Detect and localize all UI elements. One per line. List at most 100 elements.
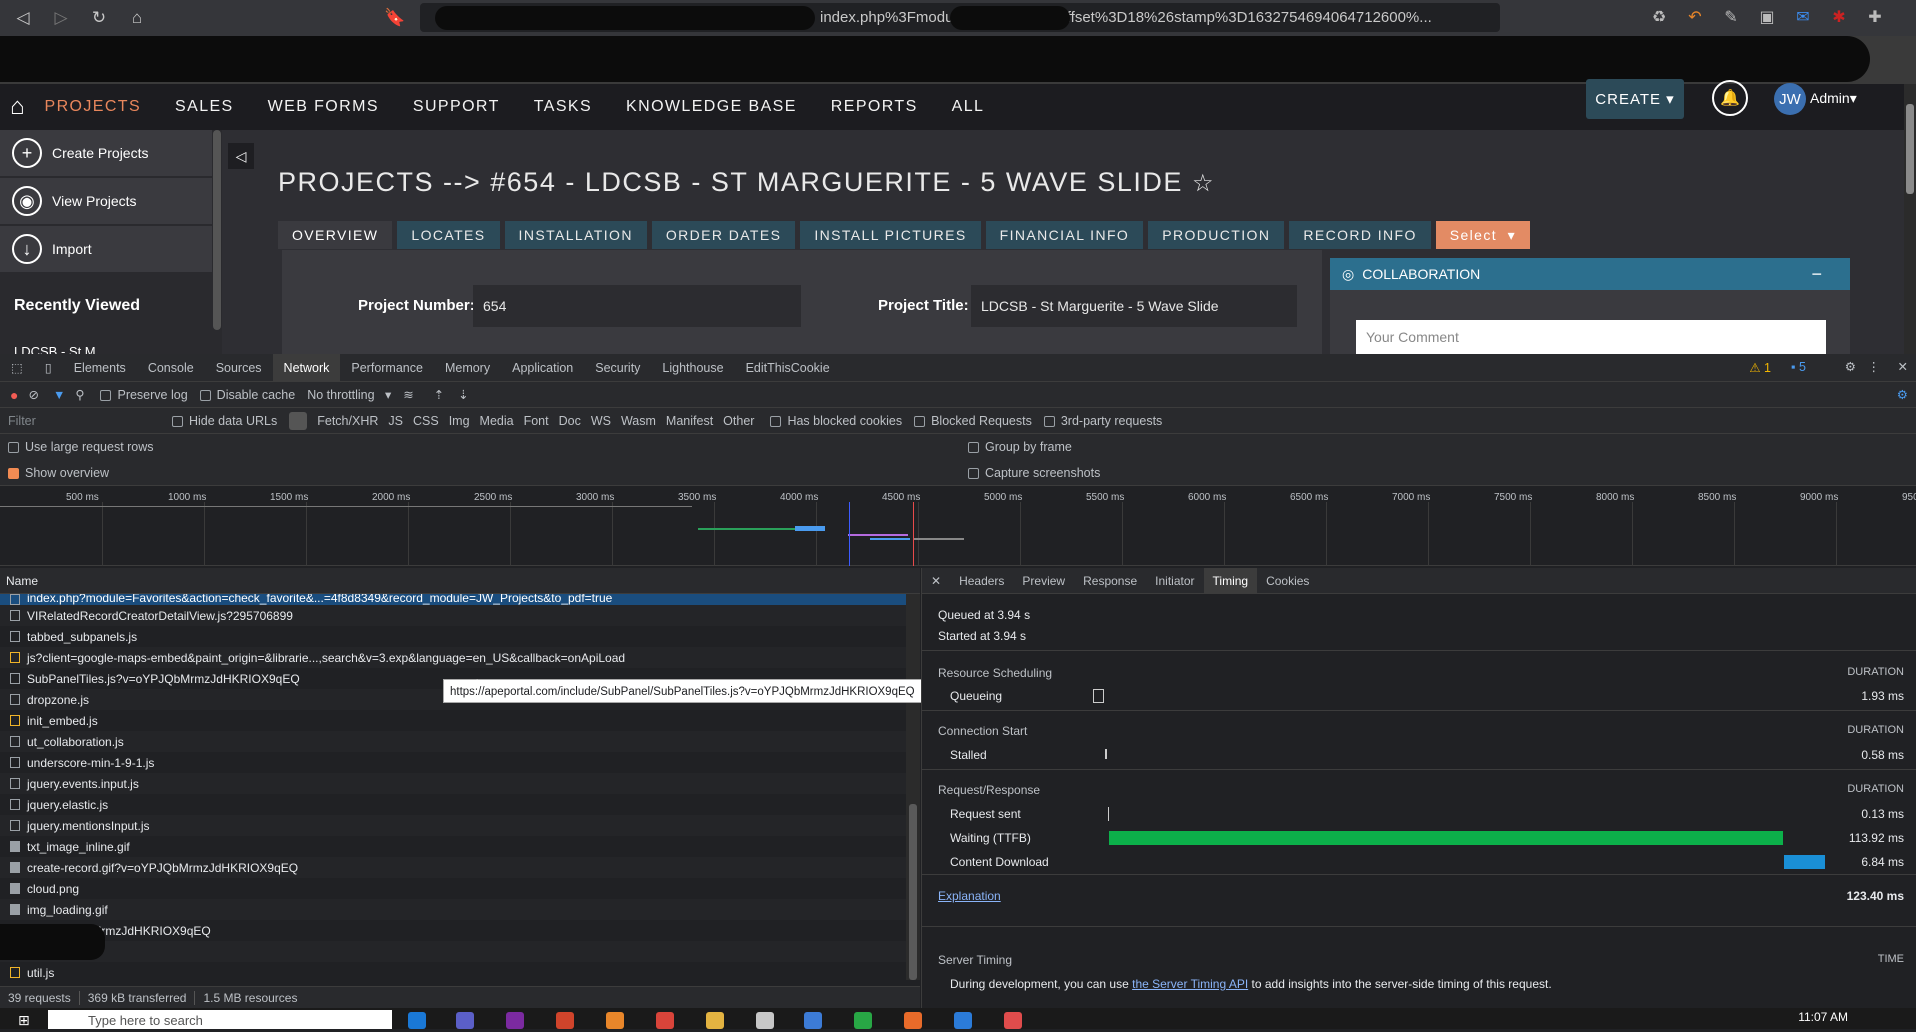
project-title-field[interactable]: LDCSB - St Marguerite - 5 Wave Slide [971,285,1297,327]
request-row[interactable]: underscore-min-1-9-1.js [0,752,906,773]
home-icon[interactable]: ⌂ [122,3,152,33]
server-timing-api-link[interactable]: the Server Timing API [1132,977,1248,991]
request-row[interactable]: cloud.png [0,878,906,899]
group-by-frame-checkbox[interactable]: Group by frame [968,440,1072,454]
request-row[interactable]: jquery.events.input.js [0,773,906,794]
taskbar-app-icon[interactable] [456,1012,474,1029]
taskbar-search[interactable]: Type here to search [48,1010,392,1029]
filter-icon[interactable]: ▼ [53,388,65,402]
clear-icon[interactable]: ⊘ [28,387,38,402]
throttling-select[interactable]: No throttling ▾ [307,387,391,402]
taskbar-app-icon[interactable] [556,1012,574,1029]
detail-tab-initiator[interactable]: Initiator [1146,568,1203,594]
show-overview-checkbox[interactable]: Show overview [8,466,109,480]
request-row[interactable]: VIRelatedRecordCreatorDetailView.js?2957… [0,605,906,626]
request-row[interactable]: img_loading.gif [0,899,906,920]
nav-all[interactable]: ALL [952,98,985,116]
large-rows-checkbox[interactable]: Use large request rows [8,440,154,454]
recent-item[interactable]: LDCSB - St M [14,344,96,354]
third-party-checkbox[interactable]: 3rd-party requests [1043,414,1162,428]
request-row[interactable]: create-record.gif?v=oYPJQbMrmzJdHKRIOX9q… [0,857,906,878]
minimize-icon[interactable]: − [1811,264,1822,285]
tab-installation[interactable]: INSTALLATION [504,221,647,249]
nav-sales[interactable]: SALES [175,98,234,116]
reload-icon[interactable]: ↻ [84,3,114,33]
type-fetch-xhr[interactable]: Fetch/XHR [317,414,378,428]
network-settings-gear-icon[interactable]: ⚙ [1897,387,1908,402]
request-row[interactable]: txt_image_inline.gif [0,836,906,857]
devtools-tab-sources[interactable]: Sources [205,354,273,382]
request-row[interactable]: jquery.elastic.js [0,794,906,815]
nav-tasks[interactable]: TASKS [534,98,592,116]
taskbar-app-icon[interactable] [408,1012,426,1029]
nav-reports[interactable]: REPORTS [831,98,918,116]
search-icon[interactable]: ⚲ [75,387,84,402]
sidebar-scrollbar[interactable] [213,130,221,330]
nav-web-forms[interactable]: WEB FORMS [268,98,379,116]
hide-data-urls-checkbox[interactable]: Hide data URLs [172,414,277,428]
collaboration-header[interactable]: ◎ COLLABORATION − [1330,258,1850,290]
taskbar-app-icon[interactable] [706,1012,724,1029]
devtools-tab-performance[interactable]: Performance [340,354,434,382]
taskbar-app-icon[interactable] [756,1012,774,1029]
type-font[interactable]: Font [524,414,549,428]
message-count[interactable]: ▪ 5 [1791,360,1806,374]
close-detail-icon[interactable]: ✕ [922,568,950,594]
type-ws[interactable]: WS [591,414,611,428]
request-row[interactable]: util.js [0,962,906,980]
tab-select-dropdown[interactable]: Select ▾ [1435,221,1531,249]
all-types-button[interactable] [289,411,308,430]
devtools-tab-application[interactable]: Application [501,354,584,382]
tab-financial-info[interactable]: FINANCIAL INFO [985,221,1144,249]
type-doc[interactable]: Doc [559,414,581,428]
request-row[interactable]: init_embed.js [0,710,906,731]
extension-icon[interactable]: ▣ [1756,6,1778,28]
more-options-icon[interactable]: ⋮ [1868,359,1881,374]
undo-icon[interactable]: ↶ [1684,6,1706,28]
project-number-field[interactable]: 654 [473,285,801,327]
devtools-tab-memory[interactable]: Memory [434,354,501,382]
collapse-sidebar-icon[interactable]: ◁ [228,143,254,169]
record-icon[interactable]: ● [10,387,18,403]
type-img[interactable]: Img [449,414,470,428]
request-row[interactable]: js?client=google-maps-embed&paint_origin… [0,647,906,668]
close-devtools-icon[interactable]: ✕ [1898,359,1908,374]
request-row[interactable]: tabbed_subpanels.js [0,626,906,647]
import-har-icon[interactable]: ⇡ [434,387,444,402]
page-scrollbar[interactable] [1904,84,1916,354]
tab-overview[interactable]: OVERVIEW [278,221,393,249]
extension-icon[interactable]: ♻ [1648,6,1670,28]
devtools-tab-network[interactable]: Network [272,353,341,382]
taskbar-app-icon[interactable] [954,1012,972,1029]
type-css[interactable]: CSS [413,414,439,428]
taskbar-app-icon[interactable] [904,1012,922,1029]
export-har-icon[interactable]: ⇣ [458,387,468,402]
devtools-tab-lighthouse[interactable]: Lighthouse [651,354,734,382]
capture-screenshots-checkbox[interactable]: Capture screenshots [968,466,1100,480]
taskbar-app-icon[interactable] [606,1012,624,1029]
comment-input[interactable]: Your Comment [1356,320,1826,354]
avatar[interactable]: JW [1774,83,1806,115]
new-extension-icon[interactable]: ✉ [1792,6,1814,28]
type-wasm[interactable]: Wasm [621,414,656,428]
timeline-overview[interactable]: 500 ms 1000 ms 1500 ms 2000 ms 2500 ms 3000 m… [0,486,1916,566]
taskbar-app-icon[interactable] [656,1012,674,1029]
tab-install-pictures[interactable]: INSTALL PICTURES [800,221,981,249]
has-blocked-cookies-checkbox[interactable]: Has blocked cookies [770,414,902,428]
tab-record-info[interactable]: RECORD INFO [1289,221,1431,249]
request-row[interactable]: jquery.mentionsInput.js [0,815,906,836]
blocked-requests-checkbox[interactable]: Blocked Requests [914,414,1032,428]
forward-icon[interactable]: ▷ [46,3,76,33]
taskbar-app-icon[interactable] [804,1012,822,1029]
type-other[interactable]: Other [723,414,754,428]
detail-tab-headers[interactable]: Headers [950,568,1013,594]
nav-projects[interactable]: PROJECTS [45,98,142,116]
inspect-icon[interactable]: ⬚ [0,354,34,382]
type-js[interactable]: JS [388,414,403,428]
back-icon[interactable]: ◁ [8,3,38,33]
detail-tab-cookies[interactable]: Cookies [1257,568,1318,594]
extension-icon[interactable]: ✱ [1828,6,1850,28]
network-conditions-icon[interactable]: ≋ [403,387,413,402]
name-column-header[interactable]: Name [0,568,920,594]
notifications-bell-icon[interactable]: 🔔 [1712,80,1748,116]
